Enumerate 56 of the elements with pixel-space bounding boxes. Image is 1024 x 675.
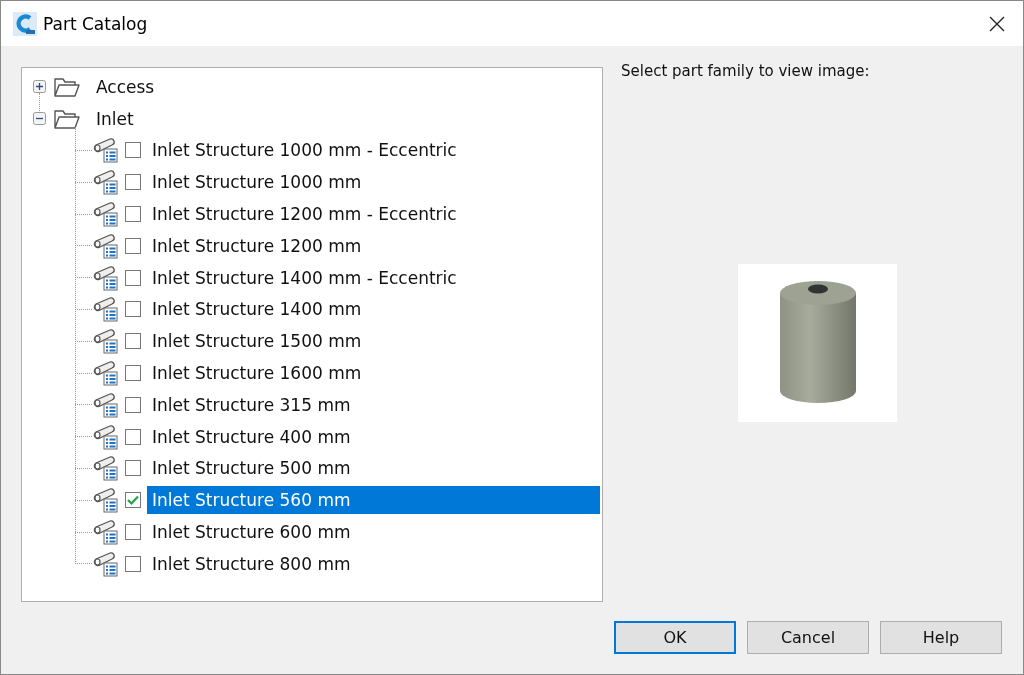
part-family-icon [92, 169, 120, 196]
dialog-button[interactable]: Cancel [747, 621, 869, 654]
check-mark-icon [126, 493, 140, 508]
tree-item[interactable]: Inlet Structure 600 mm [147, 518, 356, 547]
checkbox[interactable] [125, 174, 141, 191]
part-family-icon [92, 487, 120, 514]
close-icon[interactable] [989, 15, 1005, 32]
checkbox[interactable] [125, 428, 141, 445]
part-family-icon [92, 264, 120, 291]
tree-item[interactable]: Inlet Structure 1400 mm - Eccentric [147, 263, 462, 292]
tree-item[interactable]: Inlet Structure 400 mm [147, 422, 356, 451]
part-family-icon [92, 423, 120, 450]
app-logo-icon [13, 11, 37, 36]
tree-item[interactable]: Inlet Structure 1000 mm [147, 168, 367, 197]
dialog-button[interactable]: OK [614, 621, 736, 654]
part-family-icon [92, 137, 120, 164]
checkbox[interactable] [125, 365, 141, 382]
tree-item[interactable]: Inlet Structure 500 mm [147, 454, 356, 483]
tree-item[interactable]: Inlet Structure 1000 mm - Eccentric [147, 136, 462, 165]
checkbox[interactable] [125, 142, 141, 159]
checkbox[interactable] [125, 524, 141, 541]
tree-item[interactable]: Inlet Structure 1500 mm [147, 327, 367, 356]
tree-item[interactable]: Inlet Structure 315 mm [147, 390, 356, 419]
preview-label: Select part family to view image: [621, 62, 871, 80]
collapse-icon[interactable] [33, 112, 46, 126]
part-family-icon [92, 296, 120, 323]
checkbox[interactable] [125, 206, 141, 223]
window-title: Part Catalog [43, 13, 148, 34]
part-family-icon [92, 519, 120, 546]
checkbox[interactable] [125, 396, 141, 413]
part-family-icon [92, 232, 120, 259]
folder-icon [54, 76, 80, 97]
tree-item[interactable]: Inlet Structure 800 mm [147, 549, 356, 578]
part-family-icon [92, 455, 120, 482]
checkbox[interactable] [125, 460, 141, 477]
tree-item[interactable]: Inlet Structure 1200 mm [147, 231, 367, 260]
expand-icon[interactable] [33, 80, 46, 94]
part-family-icon [92, 550, 120, 577]
part-family-icon [92, 328, 120, 355]
part-family-icon [92, 360, 120, 387]
checkbox[interactable] [125, 333, 141, 350]
folder-icon [54, 108, 80, 129]
tree-item[interactable]: Inlet [91, 104, 139, 133]
checkbox[interactable] [125, 492, 141, 509]
part-family-icon [92, 391, 120, 418]
checkbox[interactable] [125, 237, 141, 254]
tree-item[interactable]: Inlet Structure 1400 mm [147, 295, 367, 324]
tree-item[interactable]: Access [91, 72, 160, 101]
tree-item[interactable]: Inlet Structure 1600 mm [147, 359, 367, 388]
dialog-button[interactable]: Help [880, 621, 1002, 654]
tree-item[interactable]: Inlet Structure 560 mm [147, 486, 600, 515]
checkbox[interactable] [125, 555, 141, 572]
part-family-icon [92, 201, 120, 228]
checkbox[interactable] [125, 301, 141, 318]
checkbox[interactable] [125, 269, 141, 286]
tree-item[interactable]: Inlet Structure 1200 mm - Eccentric [147, 200, 462, 229]
